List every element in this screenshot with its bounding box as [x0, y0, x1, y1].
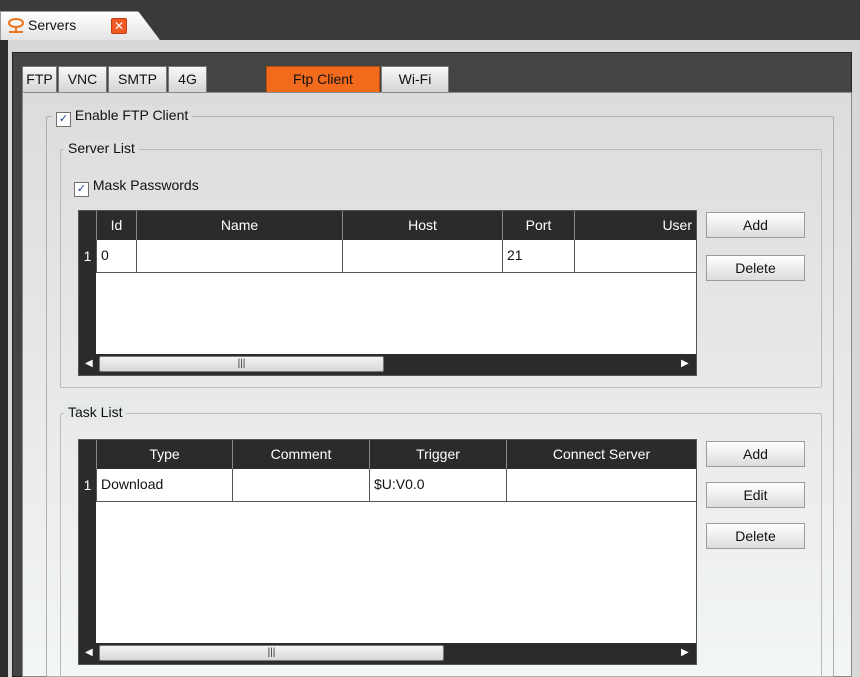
- scroll-left-icon[interactable]: ◀: [85, 358, 93, 369]
- tab-wifi[interactable]: Wi-Fi: [381, 66, 449, 92]
- delete-task-button[interactable]: Delete: [706, 523, 805, 549]
- column-header-connect-server[interactable]: Connect Server: [506, 440, 696, 469]
- server-cell-port[interactable]: 21: [502, 240, 574, 273]
- server-network-icon: [7, 17, 25, 35]
- server-cell-user[interactable]: [574, 240, 696, 273]
- task-list-grid[interactable]: Type Comment Trigger Connect Server 1 Do…: [78, 439, 697, 665]
- column-header-trigger[interactable]: Trigger: [369, 440, 506, 469]
- task-cell-comment[interactable]: [232, 469, 369, 502]
- server-cell-id[interactable]: 0: [96, 240, 136, 273]
- task-cell-trigger[interactable]: $U:V0.0: [369, 469, 506, 502]
- tab-ftp-client[interactable]: Ftp Client: [266, 66, 380, 92]
- column-header-port[interactable]: Port: [502, 211, 574, 240]
- close-icon[interactable]: ✕: [111, 18, 127, 34]
- tab-4g[interactable]: 4G: [168, 66, 207, 92]
- scroll-right-icon[interactable]: ▶: [681, 358, 689, 369]
- task-cell-connect-server[interactable]: [506, 469, 696, 502]
- mask-passwords-label: Mask Passwords: [92, 177, 199, 193]
- tab-vnc[interactable]: VNC: [58, 66, 107, 92]
- servers-document-tab[interactable]: Servers ✕: [0, 11, 160, 40]
- column-header-type[interactable]: Type: [96, 440, 232, 469]
- server-list-title: Server List: [64, 140, 139, 156]
- mask-passwords-option[interactable]: ✓ Mask Passwords: [74, 177, 199, 197]
- add-task-button[interactable]: Add: [706, 441, 805, 467]
- server-list-grid[interactable]: Id Name Host Port User 1 0 21 ◀ ||| ▶: [78, 210, 697, 376]
- enable-ftp-client-label: Enable FTP Client: [74, 107, 189, 123]
- column-header-comment[interactable]: Comment: [232, 440, 369, 469]
- row-number: 1: [83, 248, 92, 264]
- task-list-title: Task List: [64, 404, 127, 420]
- tab-ftp[interactable]: FTP: [22, 66, 57, 92]
- scrollbar-thumb[interactable]: |||: [99, 356, 384, 372]
- server-cell-name[interactable]: [136, 240, 342, 273]
- server-cell-host[interactable]: [342, 240, 502, 273]
- document-tab-title: Servers: [28, 17, 77, 33]
- enable-ftp-client-checkbox[interactable]: ✓: [56, 112, 71, 127]
- task-cell-type[interactable]: Download: [96, 469, 232, 502]
- delete-server-button[interactable]: Delete: [706, 255, 805, 281]
- column-header-id[interactable]: Id: [96, 211, 136, 240]
- add-server-button[interactable]: Add: [706, 212, 805, 238]
- edit-task-button[interactable]: Edit: [706, 482, 805, 508]
- task-grid-horizontal-scrollbar[interactable]: ◀ ||| ▶: [79, 643, 696, 664]
- column-header-name[interactable]: Name: [136, 211, 342, 240]
- enable-ftp-client-legend: ✓ Enable FTP Client: [52, 107, 193, 127]
- left-edge: [0, 40, 8, 677]
- column-header-host[interactable]: Host: [342, 211, 502, 240]
- mask-passwords-checkbox[interactable]: ✓: [74, 182, 89, 197]
- row-number: 1: [83, 477, 92, 493]
- scroll-right-icon[interactable]: ▶: [681, 647, 689, 658]
- column-header-user[interactable]: User: [574, 211, 696, 240]
- scrollbar-thumb[interactable]: |||: [99, 645, 444, 661]
- tab-smtp[interactable]: SMTP: [108, 66, 167, 92]
- scroll-left-icon[interactable]: ◀: [85, 647, 93, 658]
- server-grid-horizontal-scrollbar[interactable]: ◀ ||| ▶: [79, 354, 696, 375]
